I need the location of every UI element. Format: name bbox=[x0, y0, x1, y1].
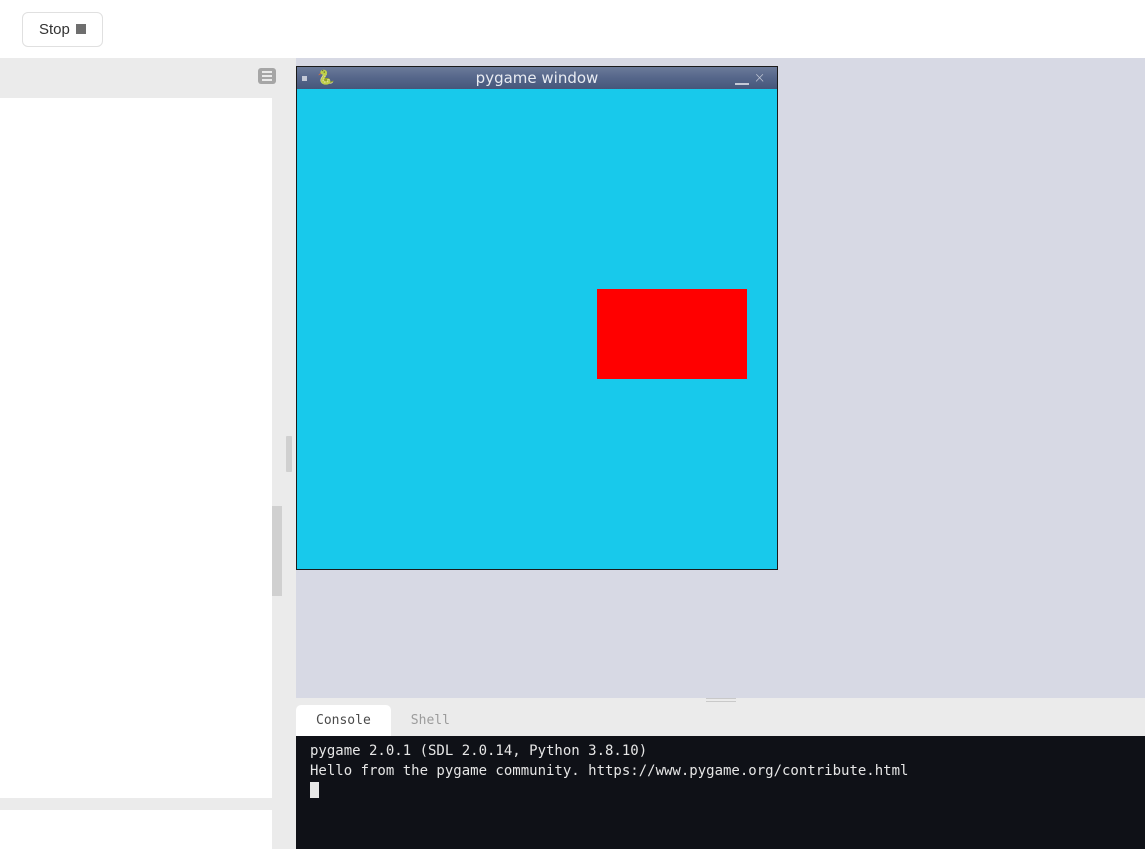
stop-button[interactable]: Stop bbox=[22, 12, 103, 47]
left-panel-header bbox=[0, 58, 282, 98]
editor-gap bbox=[0, 798, 272, 810]
red-rectangle bbox=[597, 289, 747, 379]
splitter-handle-icon bbox=[286, 436, 292, 472]
pygame-canvas[interactable] bbox=[297, 89, 777, 569]
terminal-cursor bbox=[310, 782, 319, 798]
editor-scrollbar-track[interactable] bbox=[272, 98, 282, 849]
editor-body[interactable] bbox=[0, 98, 272, 798]
right-panel: 🐍 pygame window × Console Shell pygame 2… bbox=[296, 58, 1145, 849]
tab-console[interactable]: Console bbox=[296, 705, 391, 736]
terminal-panel: Console Shell pygame 2.0.1 (SDL 2.0.14, … bbox=[296, 704, 1145, 849]
tab-shell[interactable]: Shell bbox=[391, 705, 470, 736]
console-line-2: Hello from the pygame community. https:/… bbox=[310, 763, 908, 779]
terminal-output[interactable]: pygame 2.0.1 (SDL 2.0.14, Python 3.8.10)… bbox=[296, 736, 1145, 849]
output-display: 🐍 pygame window × bbox=[296, 58, 1145, 698]
horizontal-splitter-handle-icon bbox=[706, 698, 736, 702]
stop-icon bbox=[76, 24, 86, 34]
pygame-logo-icon: 🐍 bbox=[317, 70, 334, 86]
close-icon[interactable]: × bbox=[755, 70, 771, 86]
collapse-icon[interactable] bbox=[258, 68, 276, 84]
minimize-icon[interactable] bbox=[735, 83, 749, 85]
console-line-1: pygame 2.0.1 (SDL 2.0.14, Python 3.8.10) bbox=[310, 743, 647, 759]
main-area: 🐍 pygame window × Console Shell pygame 2… bbox=[0, 58, 1145, 849]
vertical-splitter[interactable] bbox=[282, 58, 296, 849]
window-title: pygame window bbox=[297, 69, 777, 87]
left-panel bbox=[0, 58, 282, 849]
pygame-window: 🐍 pygame window × bbox=[296, 66, 778, 570]
window-menu-icon[interactable] bbox=[302, 76, 307, 81]
editor-scrollbar-thumb[interactable] bbox=[272, 506, 282, 596]
window-titlebar[interactable]: 🐍 pygame window × bbox=[297, 67, 777, 89]
terminal-tabs: Console Shell bbox=[296, 704, 1145, 736]
top-toolbar: Stop bbox=[0, 0, 1145, 58]
editor-body-lower[interactable] bbox=[0, 810, 272, 849]
stop-label: Stop bbox=[39, 21, 70, 38]
